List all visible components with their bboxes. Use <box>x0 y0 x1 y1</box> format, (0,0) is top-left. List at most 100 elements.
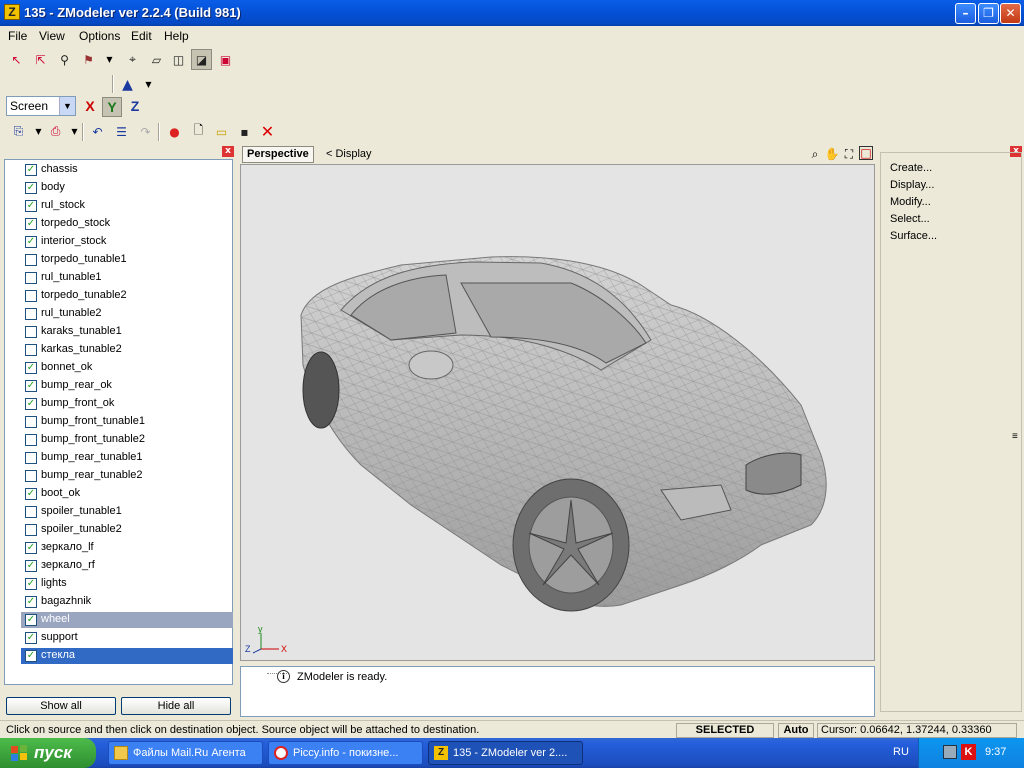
object-row[interactable]: ✓ chassis <box>21 162 233 178</box>
object-row[interactable]: ✓ torpedo_stock <box>21 216 233 232</box>
command-surface[interactable]: Surface... <box>890 230 937 242</box>
object-row[interactable]: torpedo_tunable1 <box>21 252 233 268</box>
object-row[interactable]: ✓ зеркало_lf <box>21 540 233 556</box>
object-row[interactable]: ✓ wheel <box>21 612 233 628</box>
face-mode-icon[interactable]: ◫ <box>168 49 189 70</box>
command-create[interactable]: Create... <box>890 162 932 174</box>
3d-viewport[interactable]: y Z X <box>240 164 875 661</box>
dropdown-arrow-icon[interactable]: ▼ <box>99 49 120 70</box>
object-row[interactable]: spoiler_tunable2 <box>21 522 233 538</box>
menu-options[interactable]: Options <box>79 29 120 43</box>
object-mode-icon[interactable]: ◪ <box>191 49 212 70</box>
visibility-checkbox[interactable]: ✓ <box>25 560 37 572</box>
visibility-checkbox[interactable] <box>25 470 37 482</box>
zoom-extents-icon[interactable]: ⛶ <box>841 145 857 163</box>
object-row[interactable]: bump_rear_tunable2 <box>21 468 233 484</box>
object-row[interactable]: ✓ зеркало_rf <box>21 558 233 574</box>
new-file-icon[interactable]: 🗋 <box>188 121 209 142</box>
object-row[interactable]: ✓ interior_stock <box>21 234 233 250</box>
visibility-checkbox[interactable]: ✓ <box>25 182 37 194</box>
object-row[interactable]: ✓ boot_ok <box>21 486 233 502</box>
object-row[interactable]: ✓ bump_rear_ok <box>21 378 233 394</box>
maximize-button[interactable]: ❐ <box>978 3 999 24</box>
object-row[interactable]: ✓ lights <box>21 576 233 592</box>
visibility-checkbox[interactable]: ✓ <box>25 362 37 374</box>
object-row[interactable]: ✓ rul_stock <box>21 198 233 214</box>
minimize-button[interactable]: – <box>955 3 976 24</box>
maximize-viewport-icon[interactable]: □ <box>859 146 873 160</box>
axis-y-button[interactable]: Y <box>102 97 122 117</box>
visibility-checkbox[interactable]: ✓ <box>25 380 37 392</box>
delete-icon[interactable]: ✕ <box>257 121 278 142</box>
axis-x-button[interactable]: X <box>80 97 100 117</box>
app-icon[interactable]: Z <box>4 4 20 20</box>
task-piccy[interactable]: Piccy.info - покизне... <box>268 741 423 765</box>
open-folder-icon[interactable]: ▭ <box>211 121 232 142</box>
record-icon[interactable]: ● <box>164 121 185 142</box>
snap-dropdown-icon[interactable]: ▼ <box>138 74 159 95</box>
object-row[interactable]: ✓ bonnet_ok <box>21 360 233 376</box>
visibility-checkbox[interactable]: ✓ <box>25 200 37 212</box>
edge-mode-icon[interactable]: ▱ <box>146 49 167 70</box>
menu-view[interactable]: View <box>39 29 65 43</box>
object-row[interactable]: karaks_tunable1 <box>21 324 233 340</box>
visibility-checkbox[interactable] <box>25 308 37 320</box>
select-person-icon[interactable]: ⚲ <box>54 49 75 70</box>
visibility-checkbox[interactable] <box>25 290 37 302</box>
menu-edit[interactable]: Edit <box>131 29 152 43</box>
object-row[interactable]: ✓ стекла <box>21 648 233 664</box>
visibility-checkbox[interactable]: ✓ <box>25 398 37 410</box>
object-row[interactable]: rul_tunable2 <box>21 306 233 322</box>
chevron-down-icon[interactable]: ▼ <box>59 97 75 115</box>
command-modify[interactable]: Modify... <box>890 196 931 208</box>
command-display[interactable]: Display... <box>890 179 934 191</box>
axis-z-button[interactable]: Z <box>125 97 145 117</box>
visibility-checkbox[interactable] <box>25 254 37 266</box>
visibility-checkbox[interactable]: ✓ <box>25 578 37 590</box>
task-zmodeler[interactable]: Z 135 - ZModeler ver 2.... <box>428 741 583 765</box>
object-row[interactable]: bump_front_tunable1 <box>21 414 233 430</box>
visibility-checkbox[interactable] <box>25 416 37 428</box>
antivirus-icon[interactable]: K <box>961 744 976 760</box>
object-row[interactable]: ✓ body <box>21 180 233 196</box>
visibility-checkbox[interactable]: ✓ <box>25 164 37 176</box>
select-multi-icon[interactable]: ⇱ <box>30 49 51 70</box>
visibility-checkbox[interactable] <box>25 506 37 518</box>
visibility-checkbox[interactable] <box>25 344 37 356</box>
menu-help[interactable]: Help <box>164 29 189 43</box>
language-indicator[interactable]: RU <box>893 746 909 758</box>
object-row[interactable]: ✓ support <box>21 630 233 646</box>
redo-icon[interactable]: ↷ <box>135 121 156 142</box>
object-row[interactable]: ✓ bump_front_ok <box>21 396 233 412</box>
object-row[interactable]: bump_rear_tunable1 <box>21 450 233 466</box>
import-icon[interactable]: ⎘ <box>8 121 29 142</box>
visibility-checkbox[interactable]: ✓ <box>25 218 37 230</box>
visibility-checkbox[interactable]: ✓ <box>25 542 37 554</box>
save-icon[interactable]: ▪ <box>234 121 255 142</box>
visibility-checkbox[interactable] <box>25 452 37 464</box>
start-button[interactable]: пуск <box>0 738 96 768</box>
select-group-icon[interactable]: ⚑ <box>78 49 99 70</box>
visibility-checkbox[interactable]: ✓ <box>25 632 37 644</box>
splitter-grip-icon[interactable]: ≡ <box>1012 431 1018 442</box>
snap-cone-icon[interactable]: ▲ <box>117 74 138 95</box>
visibility-checkbox[interactable] <box>25 272 37 284</box>
visibility-checkbox[interactable]: ✓ <box>25 488 37 500</box>
history-icon[interactable]: ☰ <box>111 121 132 142</box>
command-select[interactable]: Select... <box>890 213 930 225</box>
viewport-tab-perspective[interactable]: Perspective <box>242 146 314 163</box>
box-red-icon[interactable]: ▣ <box>215 49 236 70</box>
task-mailru[interactable]: Файлы Mail.Ru Агента <box>108 741 263 765</box>
close-button[interactable]: ✕ <box>1000 3 1021 24</box>
hide-all-button[interactable]: Hide all <box>121 697 231 715</box>
vertex-mode-icon[interactable]: ⌖ <box>122 49 143 70</box>
visibility-checkbox[interactable]: ✓ <box>25 596 37 608</box>
object-row[interactable]: spoiler_tunable1 <box>21 504 233 520</box>
visibility-checkbox[interactable]: ✓ <box>25 614 37 626</box>
visibility-checkbox[interactable] <box>25 434 37 446</box>
close-icon[interactable]: x <box>222 146 234 157</box>
coordinate-system-combo[interactable]: Screen ▼ <box>6 96 76 116</box>
visibility-checkbox[interactable]: ✓ <box>25 236 37 248</box>
visibility-checkbox[interactable] <box>25 326 37 338</box>
zoom-icon[interactable]: ⌕ <box>807 145 823 163</box>
